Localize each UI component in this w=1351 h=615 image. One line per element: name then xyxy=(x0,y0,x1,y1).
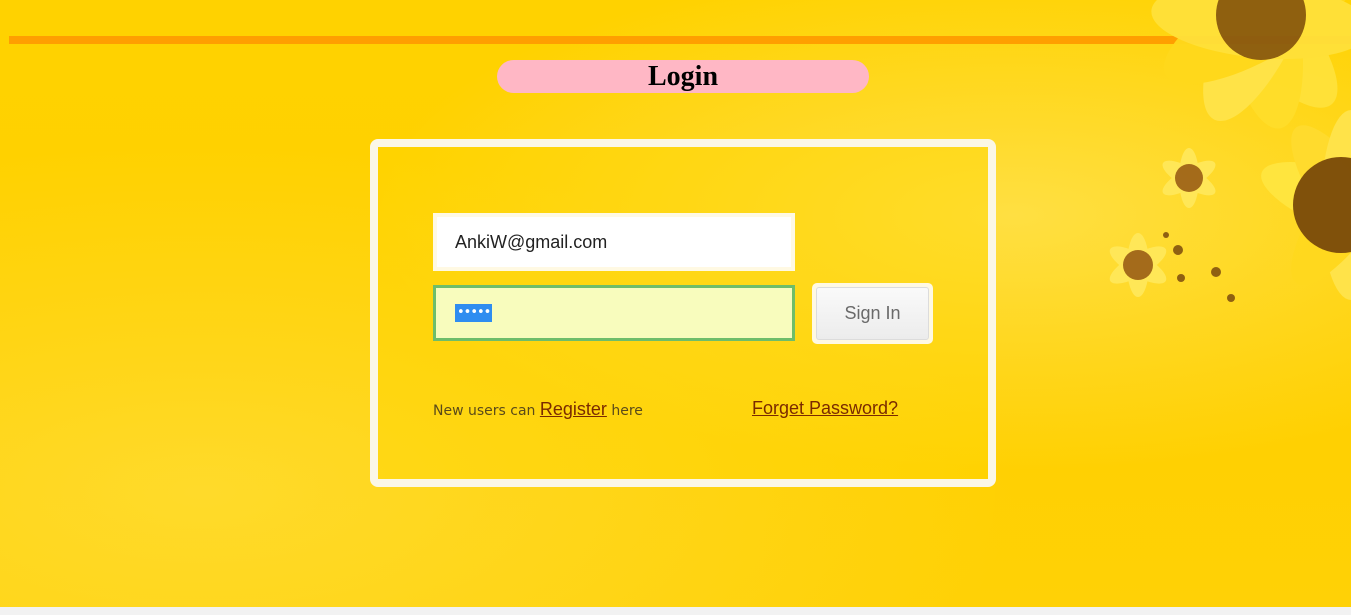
sunflower-image xyxy=(1109,0,1351,302)
page-title: Login xyxy=(647,60,719,92)
register-prompt: New users can Register here xyxy=(433,399,643,420)
page-title-banner: Login xyxy=(497,60,869,93)
password-masked-value: ••••• xyxy=(455,304,493,322)
signin-button-frame: Sign In xyxy=(812,283,933,344)
register-link[interactable]: Register xyxy=(540,399,607,419)
top-divider xyxy=(9,36,1351,44)
register-suffix-text: here xyxy=(611,403,643,419)
register-prefix-text: New users can xyxy=(433,403,536,419)
login-panel: ••••• Sign In New users can Register her… xyxy=(370,139,996,487)
password-field[interactable]: ••••• xyxy=(433,285,795,341)
forget-password-link[interactable]: Forget Password? xyxy=(752,398,898,419)
signin-button[interactable]: Sign In xyxy=(816,287,929,340)
email-field[interactable] xyxy=(433,213,795,271)
bottom-strip xyxy=(0,607,1351,615)
